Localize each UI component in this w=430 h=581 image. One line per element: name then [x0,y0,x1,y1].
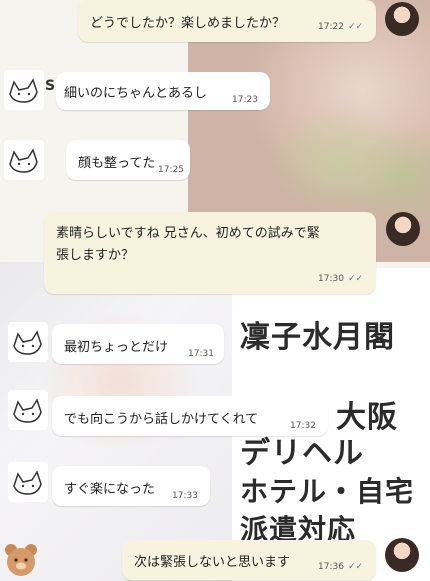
message-bubble[interactable]: すぐ楽になった 17:33 [52,466,210,506]
message-time: 17:25 [158,165,184,175]
message-bubble[interactable]: 最初ちょっとだけ 17:31 [52,324,224,364]
read-receipt-icon: ✓✓ [348,562,364,572]
message-text: すぐ楽になった [64,482,156,497]
read-receipt-icon: ✓✓ [348,274,364,284]
contact-initial: S [45,78,56,94]
message-text: でも向こうから話しかけてくれて [64,412,259,427]
message-time: 17:30 [318,274,344,284]
message-text: 顔も整ってた [78,156,156,171]
cat-sketch-icon[interactable] [8,322,48,362]
message-bubble[interactable]: どうでしたか？楽しめましたか？ 17:22 ✓✓ [78,0,376,42]
bear-sticker-icon [5,544,37,576]
message-time: 17:33 [172,491,198,501]
message-bubble[interactable]: 顔も整ってた 17:25 [66,140,190,180]
message-text: 細いのにちゃんとあるし [64,86,208,101]
message-time: 17:32 [290,421,316,431]
promo-line-4: ホテル・自宅 [240,475,415,508]
message-time: 17:23 [232,95,258,105]
promo-line-1: 凜子水月閣 [240,320,395,355]
message-time: 17:31 [188,349,214,359]
own-avatar[interactable] [385,538,419,572]
cat-sketch-icon[interactable] [8,390,48,430]
message-bubble[interactable]: 素晴らしいですね 兄さん、初めての試みで緊 張しますか？ 17:30 ✓✓ [44,212,376,294]
own-avatar[interactable] [386,212,420,246]
cat-sketch-icon[interactable] [4,140,44,180]
message-text: 次は緊張しないと思います [134,555,291,570]
message-time: 17:36 [318,562,344,572]
message-text-line-2: 張しますか？ [56,248,135,263]
message-bubble[interactable]: でも向こうから話しかけてくれて 17:32 [52,396,328,436]
cat-sketch-icon[interactable] [4,70,44,110]
message-bubble[interactable]: 次は緊張しないと思います 17:36 ✓✓ [122,540,376,580]
cat-sketch-icon[interactable] [8,462,48,502]
message-text: 最初ちょっとだけ [64,340,169,355]
message-time: 17:22 [318,22,344,32]
message-text-line-1: 素晴らしいですね 兄さん、初めての試みで緊 [56,226,320,241]
message-text: どうでしたか？楽しめましたか？ [90,16,286,31]
own-avatar[interactable] [385,2,419,36]
read-receipt-icon: ✓✓ [348,22,364,32]
message-bubble[interactable]: 細いのにちゃんとあるし 17:23 [56,72,270,110]
